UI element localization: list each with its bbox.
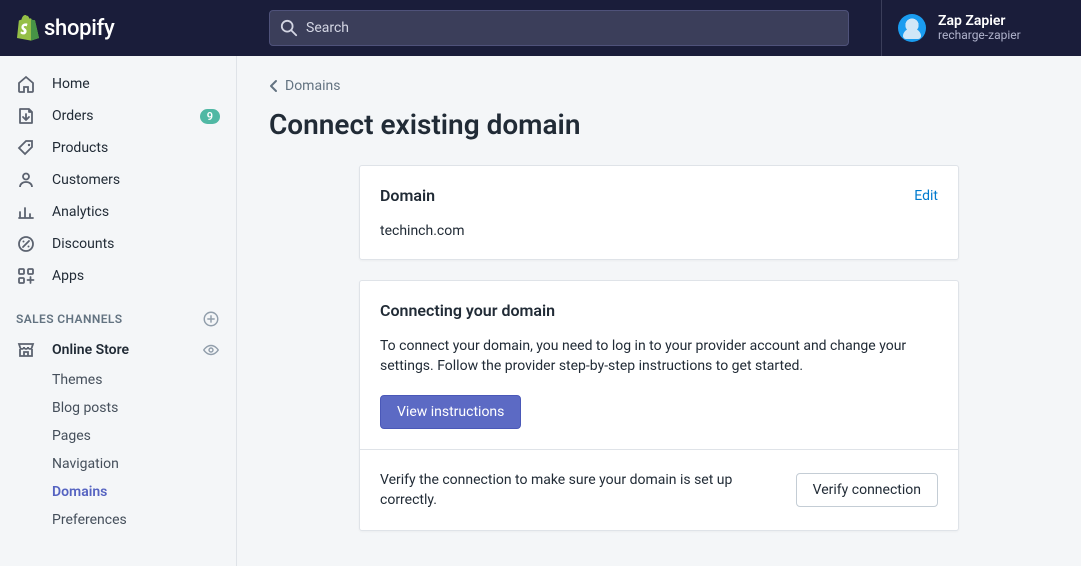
brand-text: shopify: [44, 16, 114, 41]
user-name: Zap Zapier: [938, 13, 1021, 29]
user-store: recharge-zapier: [938, 29, 1021, 43]
sidebar-item-label: Analytics: [52, 204, 220, 220]
sub-item-label: Domains: [52, 484, 107, 500]
sidebar-item-label: Products: [52, 140, 220, 156]
connecting-card: Connecting your domain To connect your d…: [359, 280, 959, 531]
shopify-logo: shopify: [16, 15, 114, 41]
connecting-card-description: To connect your domain, you need to log …: [380, 336, 938, 377]
sub-item-themes[interactable]: Themes: [52, 366, 236, 394]
content: Domains Connect existing domain Domain E…: [237, 56, 1081, 566]
edit-domain-link[interactable]: Edit: [914, 188, 938, 204]
sub-item-label: Preferences: [52, 512, 127, 528]
search-icon: [280, 19, 298, 37]
sidebar-item-online-store[interactable]: Online Store: [0, 334, 236, 366]
sub-item-domains[interactable]: Domains: [52, 478, 236, 506]
sub-item-label: Themes: [52, 372, 102, 388]
sidebar-item-label: Orders: [52, 108, 184, 124]
sub-item-label: Navigation: [52, 456, 119, 472]
breadcrumb-back[interactable]: Domains: [269, 78, 1001, 94]
verify-description: Verify the connection to make sure your …: [380, 470, 776, 511]
avatar: [898, 14, 926, 42]
home-icon: [16, 74, 36, 94]
breadcrumb-label: Domains: [285, 78, 340, 94]
sidebar-item-apps[interactable]: Apps: [0, 260, 236, 292]
sidebar-item-label: Home: [52, 76, 220, 92]
discounts-icon: [16, 234, 36, 254]
chevron-left-icon: [269, 79, 279, 93]
sidebar-item-products[interactable]: Products: [0, 132, 236, 164]
sidebar: Home Orders 9 Products Customers A: [0, 56, 237, 566]
page-title: Connect existing domain: [269, 108, 1001, 141]
sub-item-navigation[interactable]: Navigation: [52, 450, 236, 478]
sidebar-item-label: Apps: [52, 268, 220, 284]
sidebar-item-label: Discounts: [52, 236, 220, 252]
analytics-icon: [16, 202, 36, 222]
sidebar-item-customers[interactable]: Customers: [0, 164, 236, 196]
orders-badge: 9: [200, 109, 220, 124]
topbar: shopify Zap Zapier recharge-zapier: [0, 0, 1081, 56]
add-channel-button[interactable]: [202, 310, 220, 328]
sidebar-item-analytics[interactable]: Analytics: [0, 196, 236, 228]
cards-wrapper: Domain Edit techinch.com Connecting your…: [359, 165, 959, 531]
user-menu[interactable]: Zap Zapier recharge-zapier: [881, 0, 1081, 56]
search-input[interactable]: [306, 20, 838, 36]
main: Home Orders 9 Products Customers A: [0, 56, 1081, 566]
domain-card: Domain Edit techinch.com: [359, 165, 959, 260]
view-store-icon[interactable]: [202, 341, 220, 359]
domain-value: techinch.com: [380, 223, 938, 239]
verify-connection-button[interactable]: Verify connection: [796, 473, 938, 507]
sidebar-item-orders[interactable]: Orders 9: [0, 100, 236, 132]
sidebar-item-discounts[interactable]: Discounts: [0, 228, 236, 260]
section-label: SALES CHANNELS: [16, 312, 123, 326]
orders-icon: [16, 106, 36, 126]
customers-icon: [16, 170, 36, 190]
apps-icon: [16, 266, 36, 286]
sidebar-item-home[interactable]: Home: [0, 68, 236, 100]
view-instructions-button[interactable]: View instructions: [380, 395, 521, 429]
sidebar-section-sales-channels: SALES CHANNELS: [0, 292, 236, 334]
sidebar-item-label: Online Store: [52, 342, 186, 358]
sidebar-item-label: Customers: [52, 172, 220, 188]
user-text: Zap Zapier recharge-zapier: [938, 13, 1021, 43]
products-icon: [16, 138, 36, 158]
online-store-submenu: Themes Blog posts Pages Navigation Domai…: [0, 366, 236, 534]
logo-area[interactable]: shopify: [0, 0, 237, 56]
shopify-bag-icon: [16, 15, 40, 41]
sub-item-blog-posts[interactable]: Blog posts: [52, 394, 236, 422]
online-store-icon: [16, 340, 36, 360]
search-box[interactable]: [269, 10, 849, 46]
search-area: [237, 10, 881, 46]
sub-item-label: Pages: [52, 428, 91, 444]
sub-item-preferences[interactable]: Preferences: [52, 506, 236, 534]
connecting-card-title: Connecting your domain: [380, 301, 938, 320]
sub-item-label: Blog posts: [52, 400, 118, 416]
sub-item-pages[interactable]: Pages: [52, 422, 236, 450]
domain-card-title: Domain: [380, 186, 435, 205]
